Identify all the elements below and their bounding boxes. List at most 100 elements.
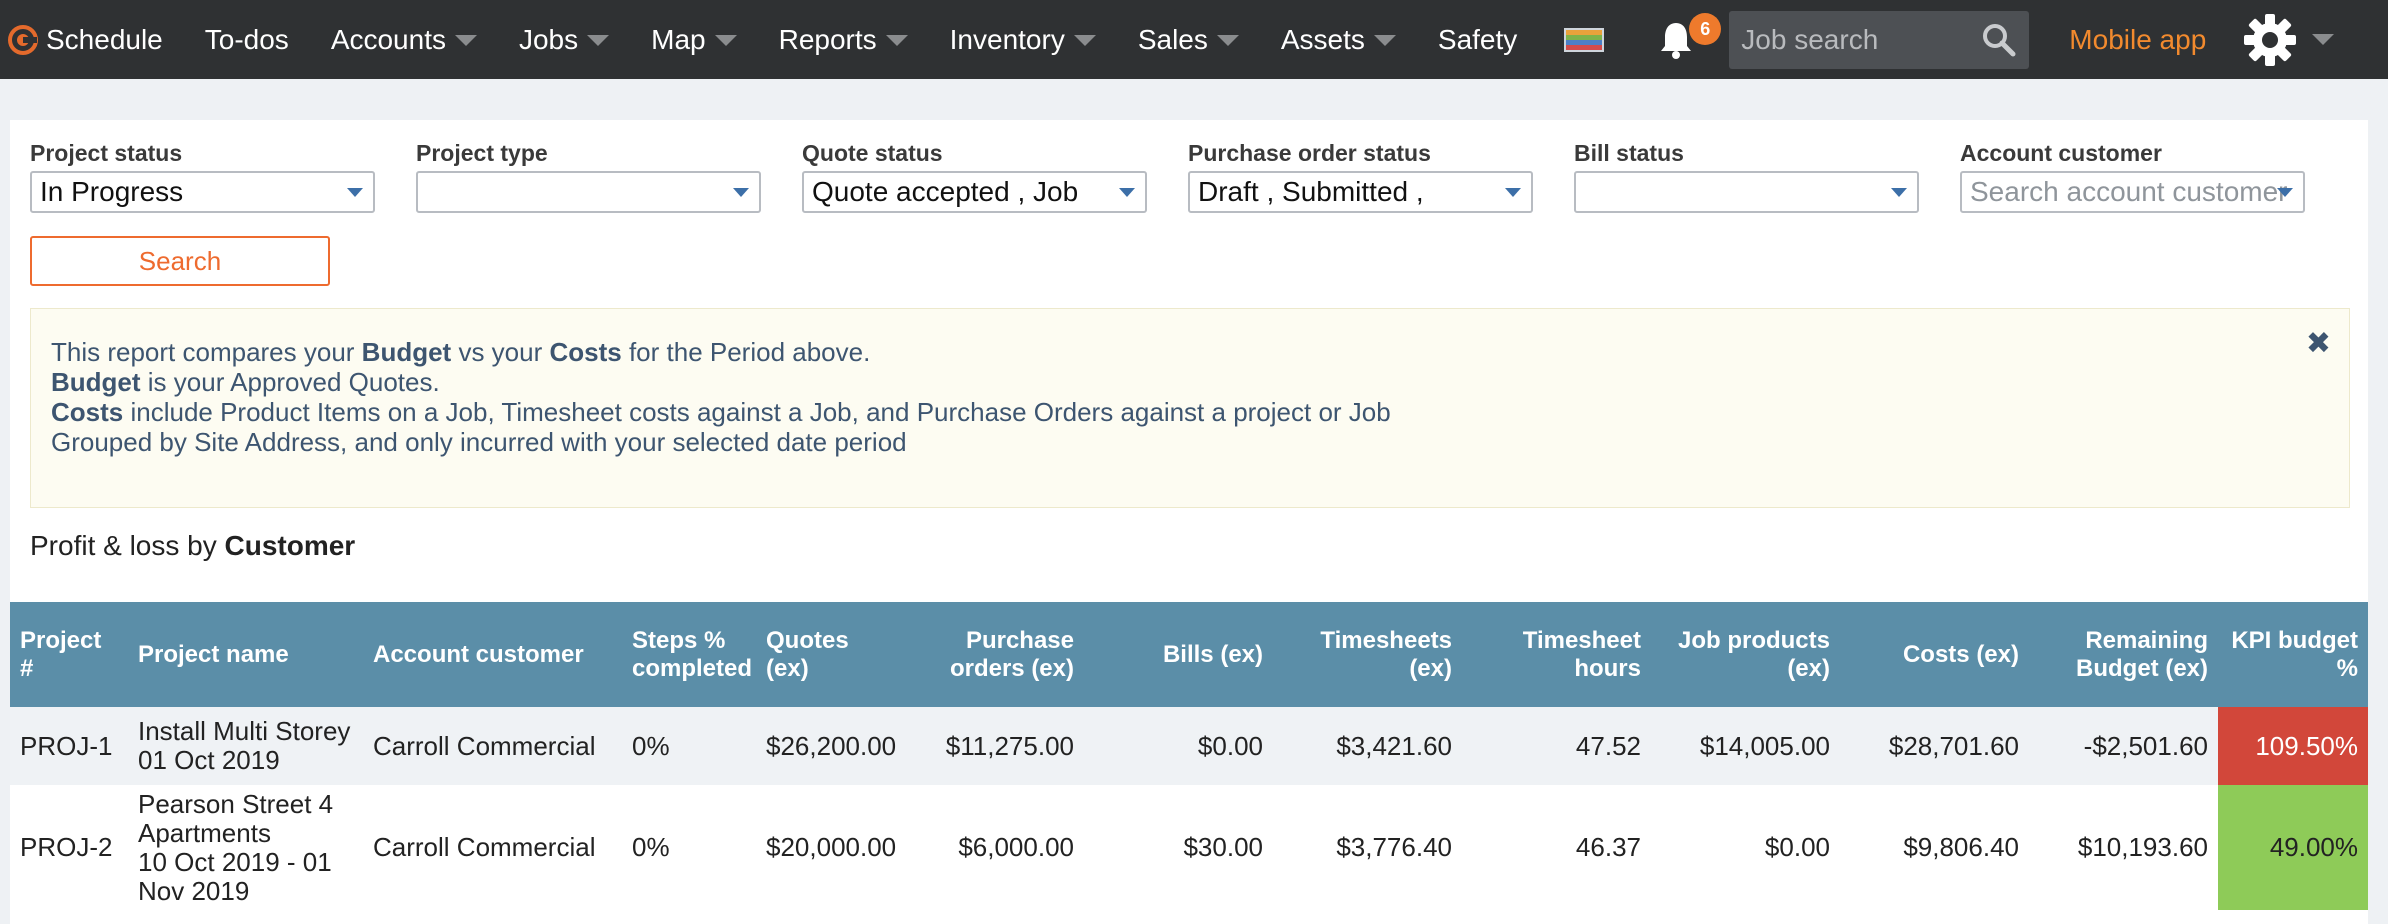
account-customer-link[interactable]: Carroll Commercial xyxy=(363,785,622,910)
filter-project-type: Project type xyxy=(416,140,761,213)
project-number-link[interactable]: PROJ-1 xyxy=(10,707,128,785)
nav-jobs[interactable]: Jobs xyxy=(498,0,630,79)
info-line-1: This report compares your Budget vs your… xyxy=(51,337,2329,367)
report-title: Profit & loss by Customer xyxy=(30,530,355,562)
table-header-row: Project # Project name Account customer … xyxy=(10,602,2368,707)
notifications-button[interactable]: 6 xyxy=(1625,0,1722,79)
kpi-budget-cell: 49.00% xyxy=(2218,785,2368,910)
purchase-order-status-select[interactable]: Draft , Submitted , xyxy=(1188,171,1533,213)
info-text-bold: Budget xyxy=(361,337,452,367)
account-customer-link[interactable]: Carroll Commercial xyxy=(363,707,622,785)
select-value: In Progress xyxy=(40,176,184,207)
filter-label: Quote status xyxy=(802,140,943,166)
info-text: This report compares your xyxy=(51,337,362,367)
steps-cell: 0% xyxy=(622,785,756,910)
nav-map[interactable]: Map xyxy=(630,0,757,79)
timesheets-cell: $3,776.40 xyxy=(1273,785,1462,910)
col-steps-completed[interactable]: Steps % completed xyxy=(622,602,756,707)
nav-to-dos[interactable]: To-dos xyxy=(184,0,310,79)
timesheet-hours-cell: 47.52 xyxy=(1462,707,1651,785)
col-kpi-budget[interactable]: KPI budget % xyxy=(2218,602,2368,707)
filter-project-status: Project status In Progress xyxy=(30,140,375,213)
chevron-down-icon xyxy=(1216,35,1239,46)
nav-safety-label: Safety xyxy=(1437,23,1518,55)
info-text-bold: Costs xyxy=(51,397,124,427)
chevron-down-icon xyxy=(1505,188,1521,197)
notification-count-badge: 6 xyxy=(1689,13,1722,45)
filter-label: Account customer xyxy=(1960,140,2162,166)
kpi-budget-cell: 109.50% xyxy=(2218,707,2368,785)
chevron-down-icon xyxy=(1891,188,1907,197)
project-status-select[interactable]: In Progress xyxy=(30,171,375,213)
select-placeholder: Search account customer xyxy=(1970,176,2288,207)
gear-icon xyxy=(2244,13,2297,66)
quotes-cell: $26,200.00 xyxy=(756,707,896,785)
info-line-3: Costs include Product Items on a Job, Ti… xyxy=(51,397,2329,427)
filter-quote-status: Quote status Quote accepted , Job xyxy=(802,140,1147,213)
quote-status-select[interactable]: Quote accepted , Job xyxy=(802,171,1147,213)
search-icon[interactable] xyxy=(1981,22,2017,58)
nav-safety[interactable]: Safety xyxy=(1417,0,1538,79)
select-value: Draft , Submitted , xyxy=(1198,176,1424,207)
chevron-down-icon xyxy=(347,188,363,197)
chevron-down-icon xyxy=(2312,34,2335,45)
job-search-box xyxy=(1729,10,2030,69)
nav-schedule-label: Schedule xyxy=(46,23,163,55)
remaining-budget-cell: -$2,501.60 xyxy=(2029,707,2218,785)
account-customer-select[interactable]: Search account customer xyxy=(1960,171,2305,213)
filter-label: Project type xyxy=(416,140,548,166)
close-icon[interactable]: ✖ xyxy=(2306,329,2331,359)
project-date: 01 Oct 2019 xyxy=(138,745,280,775)
project-name-cell: Pearson Street 4 Apartments 10 Oct 2019 … xyxy=(128,785,363,910)
col-remaining-budget[interactable]: Remaining Budget (ex) xyxy=(2029,602,2218,707)
report-title-prefix: Profit & loss by xyxy=(30,530,225,561)
nav-assets-label: Assets xyxy=(1280,23,1365,55)
project-name-cell: Install Multi Storey 01 Oct 2019 xyxy=(128,707,363,785)
col-timesheets[interactable]: Timesheets (ex) xyxy=(1273,602,1462,707)
bills-cell: $0.00 xyxy=(1084,707,1273,785)
project-date: 10 Oct 2019 - 01 Nov 2019 xyxy=(138,846,332,906)
col-costs[interactable]: Costs (ex) xyxy=(1840,602,2029,707)
search-button[interactable]: Search xyxy=(30,236,330,286)
steps-cell: 0% xyxy=(622,707,756,785)
select-value: Quote accepted , Job xyxy=(812,176,1079,207)
filter-label: Purchase order status xyxy=(1188,140,1431,166)
project-type-select[interactable] xyxy=(416,171,761,213)
chevron-down-icon xyxy=(2277,188,2293,197)
nav-reports[interactable]: Reports xyxy=(758,0,929,79)
col-bills[interactable]: Bills (ex) xyxy=(1084,602,1273,707)
info-text: include Product Items on a Job, Timeshee… xyxy=(123,397,1391,427)
profit-loss-table: Project # Project name Account customer … xyxy=(10,602,2368,910)
col-account-customer[interactable]: Account customer xyxy=(363,602,622,707)
nav-jobs-label: Jobs xyxy=(518,23,579,55)
nav-accounts[interactable]: Accounts xyxy=(310,0,498,79)
costs-cell: $28,701.60 xyxy=(1840,707,2029,785)
nav-inventory[interactable]: Inventory xyxy=(929,0,1117,79)
info-text: for the Period above. xyxy=(621,337,871,367)
nav-schedule[interactable]: Schedule xyxy=(0,0,184,79)
settings-menu-button[interactable] xyxy=(2242,12,2335,68)
table-row: PROJ-1 Install Multi Storey 01 Oct 2019 … xyxy=(10,707,2368,785)
bill-status-select[interactable] xyxy=(1574,171,1919,213)
nav-sales[interactable]: Sales xyxy=(1117,0,1260,79)
job-search-input[interactable] xyxy=(1741,23,1972,56)
col-quotes[interactable]: Quotes (ex) xyxy=(756,602,895,707)
report-info-box: This report compares your Budget vs your… xyxy=(30,308,2350,508)
col-project-no[interactable]: Project # xyxy=(10,602,128,707)
mobile-app-link[interactable]: Mobile app xyxy=(2069,24,2206,56)
report-panel: Project status In Progress Project type … xyxy=(10,120,2368,924)
col-job-products[interactable]: Job products (ex) xyxy=(1651,602,1840,707)
timesheets-cell: $3,421.60 xyxy=(1273,707,1462,785)
project-number-link[interactable]: PROJ-2 xyxy=(10,785,128,910)
chevron-down-icon xyxy=(1073,35,1096,46)
col-project-name[interactable]: Project name xyxy=(128,602,363,707)
filter-label: Project status xyxy=(30,140,183,166)
language-flag-button[interactable] xyxy=(1538,0,1625,79)
job-products-cell: $0.00 xyxy=(1651,785,1840,910)
col-purchase-orders[interactable]: Purchase orders (ex) xyxy=(895,602,1084,707)
col-timesheet-hours[interactable]: Timesheet hours xyxy=(1462,602,1651,707)
nav-assets[interactable]: Assets xyxy=(1260,0,1417,79)
remaining-budget-cell: $10,193.60 xyxy=(2029,785,2218,910)
info-text-bold: Costs xyxy=(549,337,622,367)
filter-bill-status: Bill status xyxy=(1574,140,1919,213)
